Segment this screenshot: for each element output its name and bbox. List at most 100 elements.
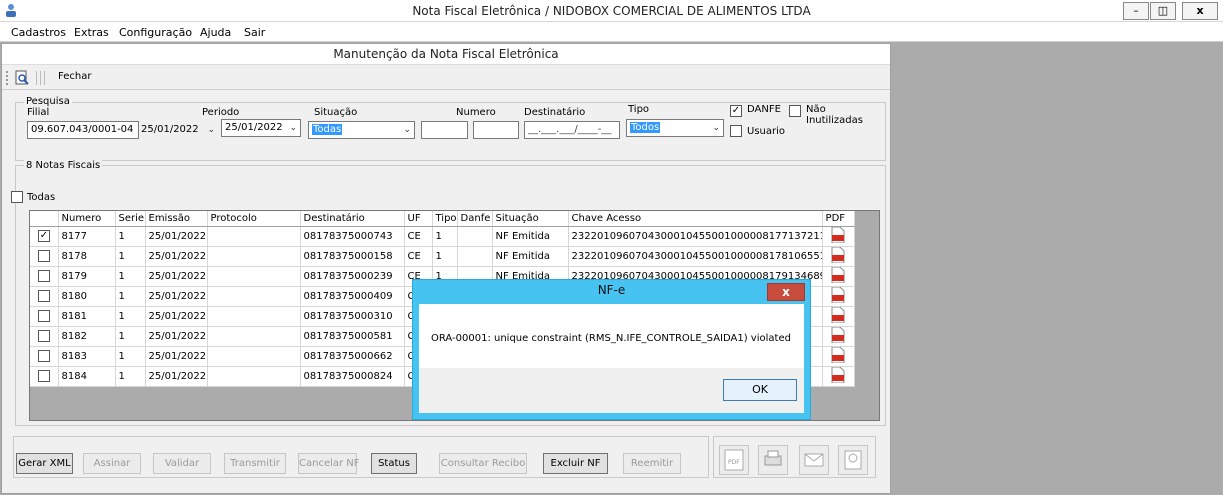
cell-numero: 8180 [58, 286, 116, 307]
row-checkbox[interactable] [38, 290, 50, 302]
dialog-close-button[interactable]: x [767, 283, 805, 301]
cell-emissao: 25/01/2022 [145, 286, 208, 307]
numero-de-input[interactable] [421, 121, 468, 139]
excluir-nf-button[interactable]: Excluir NF [543, 453, 608, 474]
pdf-icon[interactable] [831, 306, 845, 323]
pdf-icon[interactable] [831, 366, 845, 383]
cell-emissao: 25/01/2022 [145, 246, 208, 267]
menu-configuracao[interactable]: Configuração [119, 26, 192, 39]
destinatario-input[interactable]: __.___.___/____-__ [524, 121, 620, 139]
certificate-button[interactable] [838, 445, 868, 475]
cell-pdf [822, 326, 855, 347]
column-header-chave-acesso[interactable]: Chave Acesso [568, 211, 823, 227]
chevron-down-icon: ⌄ [289, 123, 297, 133]
table-row[interactable]: ✓ 8177 1 25/01/2022 08178375000743 CE 1 NF Emit… [30, 226, 855, 247]
column-header-select[interactable] [30, 211, 59, 227]
pdf-icon[interactable] [831, 346, 845, 363]
cell-serie: 1 [115, 326, 146, 347]
menu-extras[interactable]: Extras [74, 26, 109, 39]
cell-pdf [822, 306, 855, 327]
cell-destinatario: 08178375000158 [300, 246, 405, 267]
periodo-label: Periodo [202, 107, 240, 118]
column-header-serie[interactable]: Serie [115, 211, 146, 227]
cell-protocolo [207, 306, 301, 327]
status-button[interactable]: Status [371, 453, 417, 474]
email-button[interactable] [799, 445, 829, 475]
cell-protocolo [207, 286, 301, 307]
cell-destinatario: 08178375000409 [300, 286, 405, 307]
cell-emissao: 25/01/2022 [145, 366, 208, 387]
transmitir-button[interactable]: Transmitir [224, 453, 286, 474]
dialog-footer: OK [419, 368, 804, 413]
cell-numero: 8182 [58, 326, 116, 347]
row-checkbox[interactable] [38, 270, 50, 282]
column-header-situacao[interactable]: Situação [492, 211, 569, 227]
row-checkbox[interactable] [38, 310, 50, 322]
row-select-cell [30, 246, 59, 267]
reemitir-button[interactable]: Reemitir [623, 453, 681, 474]
row-checkbox[interactable] [38, 330, 50, 342]
cell-serie: 1 [115, 286, 146, 307]
pdf-icon[interactable] [831, 286, 845, 303]
assinar-button[interactable]: Assinar [83, 453, 141, 474]
cell-uf: CE [404, 226, 433, 247]
chevron-down-icon: ⌄ [207, 125, 215, 135]
column-header-uf[interactable]: UF [404, 211, 433, 227]
cell-numero: 8177 [58, 226, 116, 247]
cell-emissao: 25/01/2022 [145, 266, 208, 287]
situacao-select[interactable]: Todas ⌄ [308, 121, 415, 139]
danfe-checkbox[interactable]: ✓ [730, 105, 742, 117]
svg-text:PDF: PDF [728, 459, 740, 466]
pdf-icon[interactable] [831, 266, 845, 283]
menu-sair[interactable]: Sair [244, 26, 265, 39]
print-preview-icon[interactable] [14, 70, 30, 86]
column-header-emissao[interactable]: Emissão [145, 211, 208, 227]
row-select-cell [30, 306, 59, 327]
toolbar-separator [44, 71, 45, 85]
todas-checkbox[interactable] [11, 191, 23, 203]
column-header-protocolo[interactable]: Protocolo [207, 211, 301, 227]
cell-numero: 8183 [58, 346, 116, 367]
periodo-ate-picker[interactable]: 25/01/2022 ⌄ [221, 119, 301, 137]
cell-pdf [822, 226, 855, 247]
row-checkbox[interactable] [38, 350, 50, 362]
cell-protocolo [207, 366, 301, 387]
column-header-destinatario[interactable]: Destinatário [300, 211, 405, 227]
column-header-tipo[interactable]: Tipo [432, 211, 458, 227]
column-header-numero[interactable]: Numero [58, 211, 116, 227]
validar-button[interactable]: Validar [153, 453, 211, 474]
usuario-checkbox[interactable] [730, 125, 742, 137]
dialog-title: NF-e [597, 283, 626, 297]
column-header-danfe[interactable]: Danfe [457, 211, 493, 227]
filial-input[interactable]: 09.607.043/0001-04 [27, 121, 139, 139]
cell-destinatario: 08178375000581 [300, 326, 405, 347]
fechar-button[interactable]: Fechar [58, 71, 91, 82]
tipo-select[interactable]: Todos ⌄ [626, 119, 724, 137]
consultar-recibo-button[interactable]: Consultar Recibo [439, 453, 527, 474]
pdf-icon[interactable] [831, 226, 845, 243]
column-header-pdf[interactable]: PDF [822, 211, 855, 227]
window-title: Nota Fiscal Eletrônica / NIDOBOX COMERCI… [412, 4, 811, 18]
numero-ate-input[interactable] [473, 121, 519, 139]
restore-button[interactable]: ◫ [1150, 2, 1176, 20]
pdf-button[interactable]: PDF [719, 445, 749, 475]
gerar-xml-button[interactable]: Gerar XML [16, 453, 73, 474]
pdf-icon[interactable] [831, 326, 845, 343]
row-checkbox[interactable] [38, 370, 50, 382]
close-window-button[interactable]: x [1182, 2, 1218, 20]
minimize-button[interactable]: – [1123, 2, 1149, 20]
nao-inutilizadas-checkbox[interactable] [789, 105, 801, 117]
periodo-de-picker[interactable]: 25/01/2022 ⌄ [137, 121, 219, 139]
ok-button[interactable]: OK [723, 379, 797, 401]
table-row[interactable]: 8178 1 25/01/2022 08178375000158 CE 1 NF Emiti… [30, 246, 855, 267]
row-checkbox[interactable] [38, 250, 50, 262]
cell-tipo: 1 [432, 226, 458, 247]
pesquisa-group-label: Pesquisa [24, 96, 72, 107]
menu-cadastros[interactable]: Cadastros [11, 26, 66, 39]
pdf-icon[interactable] [831, 246, 845, 263]
menu-ajuda[interactable]: Ajuda [200, 26, 231, 39]
row-checkbox[interactable]: ✓ [38, 230, 50, 242]
cancelar-nf-button[interactable]: Cancelar NF [298, 453, 360, 474]
row-select-cell [30, 346, 59, 367]
printer-button[interactable] [758, 445, 788, 475]
